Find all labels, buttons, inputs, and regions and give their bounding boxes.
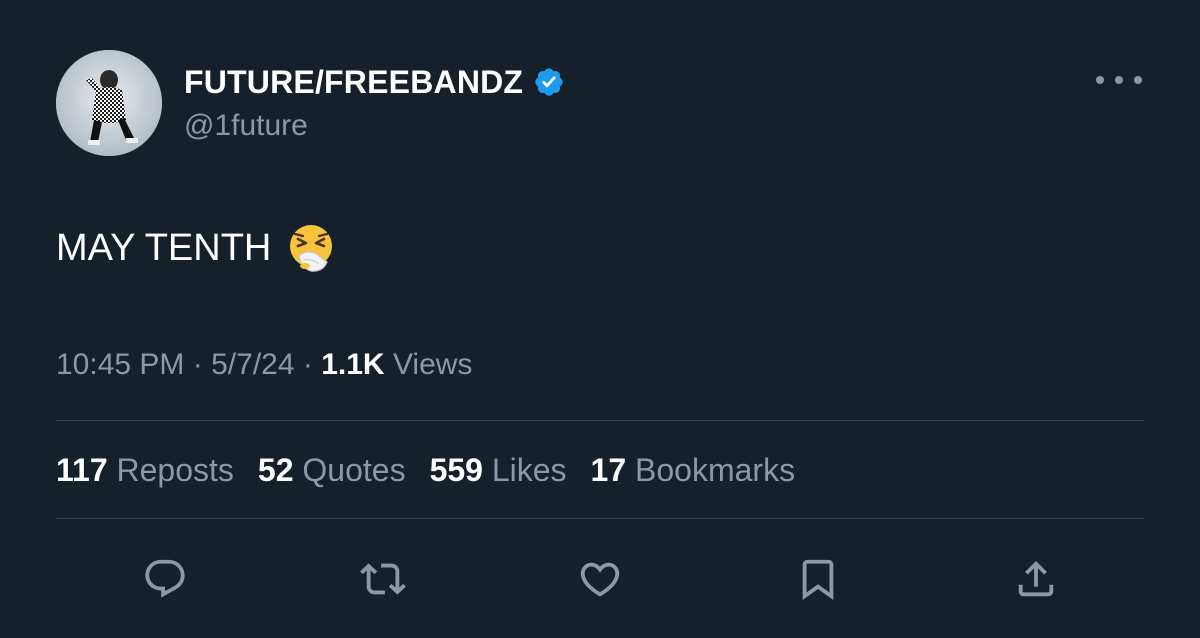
author-handle[interactable]: @1future (184, 108, 308, 144)
stat-count: 17 (590, 452, 627, 488)
stat-count: 117 (56, 452, 108, 488)
stat-label: Reposts (116, 452, 234, 488)
divider (56, 420, 1144, 421)
stat-count: 559 (429, 452, 483, 488)
action-bar (0, 553, 1200, 605)
like-icon[interactable] (574, 553, 626, 605)
views-label: Views (392, 348, 473, 381)
stat-quotes[interactable]: 52 Quotes (258, 450, 406, 490)
share-icon[interactable] (1010, 553, 1062, 605)
stat-label: Bookmarks (635, 452, 796, 488)
tweet-date[interactable]: 5/7/24 (211, 348, 294, 381)
reply-icon[interactable] (139, 553, 191, 605)
more-dot (1134, 76, 1142, 84)
views-count: 1.1K (321, 348, 385, 381)
bookmark-icon[interactable] (792, 553, 844, 605)
stat-label: Quotes (302, 452, 406, 488)
stat-likes[interactable]: 559 Likes (430, 450, 567, 490)
author-display-name[interactable]: FUTURE/FREEBANDZ (184, 63, 523, 101)
more-dot (1115, 76, 1123, 84)
tweet-time[interactable]: 10:45 PM (56, 348, 184, 381)
sneezing-face-icon (285, 222, 337, 274)
author-name[interactable]: FUTURE/FREEBANDZ (184, 63, 565, 101)
repost-icon[interactable] (357, 553, 409, 605)
meta-separator: · (192, 348, 203, 381)
stat-reposts[interactable]: 117 Reposts (56, 450, 234, 490)
tweet-detail: FUTURE/FREEBANDZ @1future MAY TENTH 10:4… (0, 0, 1200, 638)
meta-separator: · (302, 348, 313, 381)
tweet-body: MAY TENTH (56, 227, 272, 269)
avatar[interactable] (56, 50, 162, 156)
engagement-stats: 117 Reposts 52 Quotes 559 Likes 17 Bookm… (56, 450, 819, 490)
stat-bookmarks[interactable]: 17 Bookmarks (591, 450, 796, 490)
stat-label: Likes (491, 452, 567, 488)
tweet-meta: 10:45 PM · 5/7/24 · 1.1K Views (56, 346, 472, 384)
tweet-text: MAY TENTH (56, 222, 337, 274)
more-dot (1096, 76, 1104, 84)
verified-badge-icon (533, 66, 565, 98)
more-options-icon[interactable] (1096, 68, 1142, 92)
divider (56, 518, 1144, 519)
stat-count: 52 (257, 452, 294, 488)
